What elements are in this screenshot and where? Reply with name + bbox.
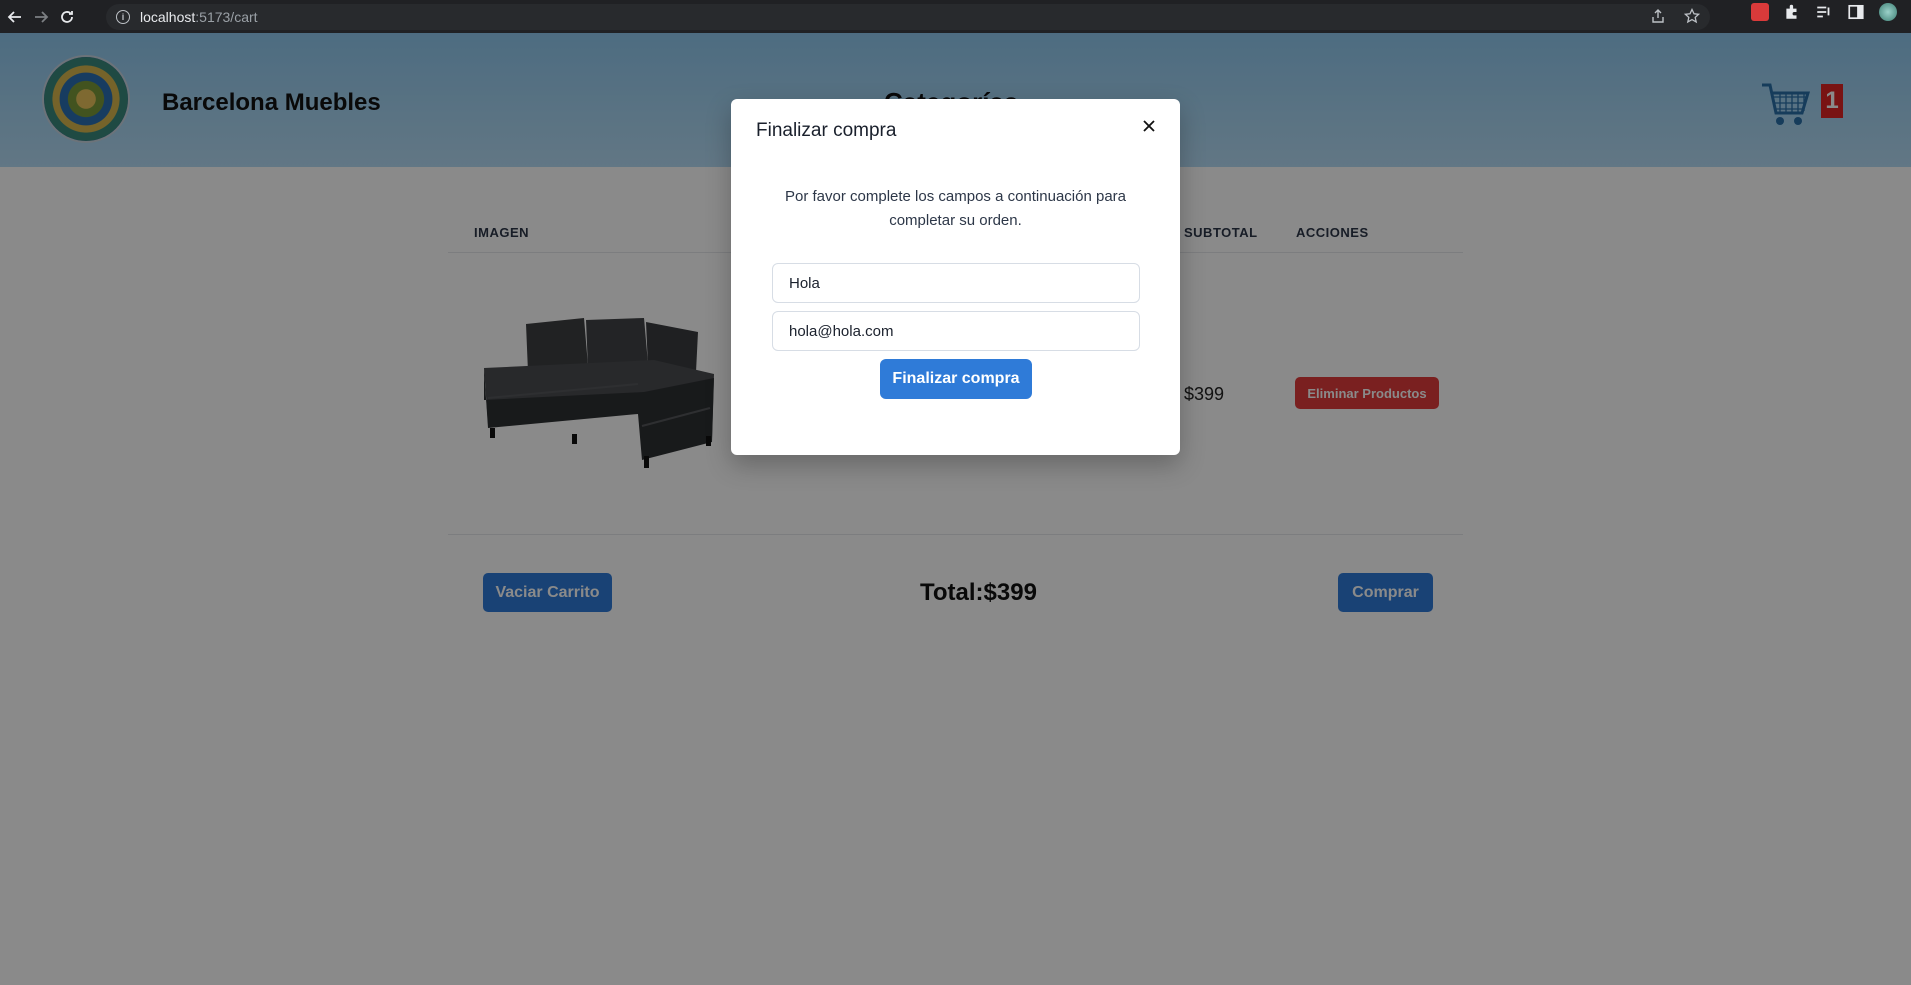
bookmark-star-icon[interactable] <box>1684 8 1700 24</box>
modal-description: Por favor complete los campos a continua… <box>784 188 1126 229</box>
extensions-puzzle-icon[interactable] <box>1783 3 1801 21</box>
browser-toolbar: i localhost:5173/cart <box>0 0 1911 33</box>
url-host: localhost <box>140 9 196 25</box>
close-icon[interactable] <box>1136 113 1162 139</box>
reload-icon[interactable] <box>56 6 78 28</box>
share-icon[interactable] <box>1650 8 1666 24</box>
address-bar[interactable]: i localhost:5173/cart <box>106 4 1710 30</box>
finalize-purchase-button[interactable]: Finalizar compra <box>880 359 1032 399</box>
modal-title: Finalizar compra <box>756 120 897 141</box>
checkout-modal: Finalizar compra Por favor complete los … <box>731 99 1180 455</box>
email-input[interactable] <box>772 311 1140 351</box>
side-panel-icon[interactable] <box>1847 3 1865 21</box>
media-queue-icon[interactable] <box>1815 3 1833 21</box>
name-input[interactable] <box>772 263 1140 303</box>
back-icon[interactable] <box>4 6 26 28</box>
profile-avatar[interactable] <box>1879 3 1897 21</box>
url-path: :5173/cart <box>195 9 258 25</box>
site-info-icon[interactable]: i <box>116 10 130 24</box>
extension-red-icon[interactable] <box>1751 3 1769 21</box>
forward-icon[interactable] <box>30 6 52 28</box>
